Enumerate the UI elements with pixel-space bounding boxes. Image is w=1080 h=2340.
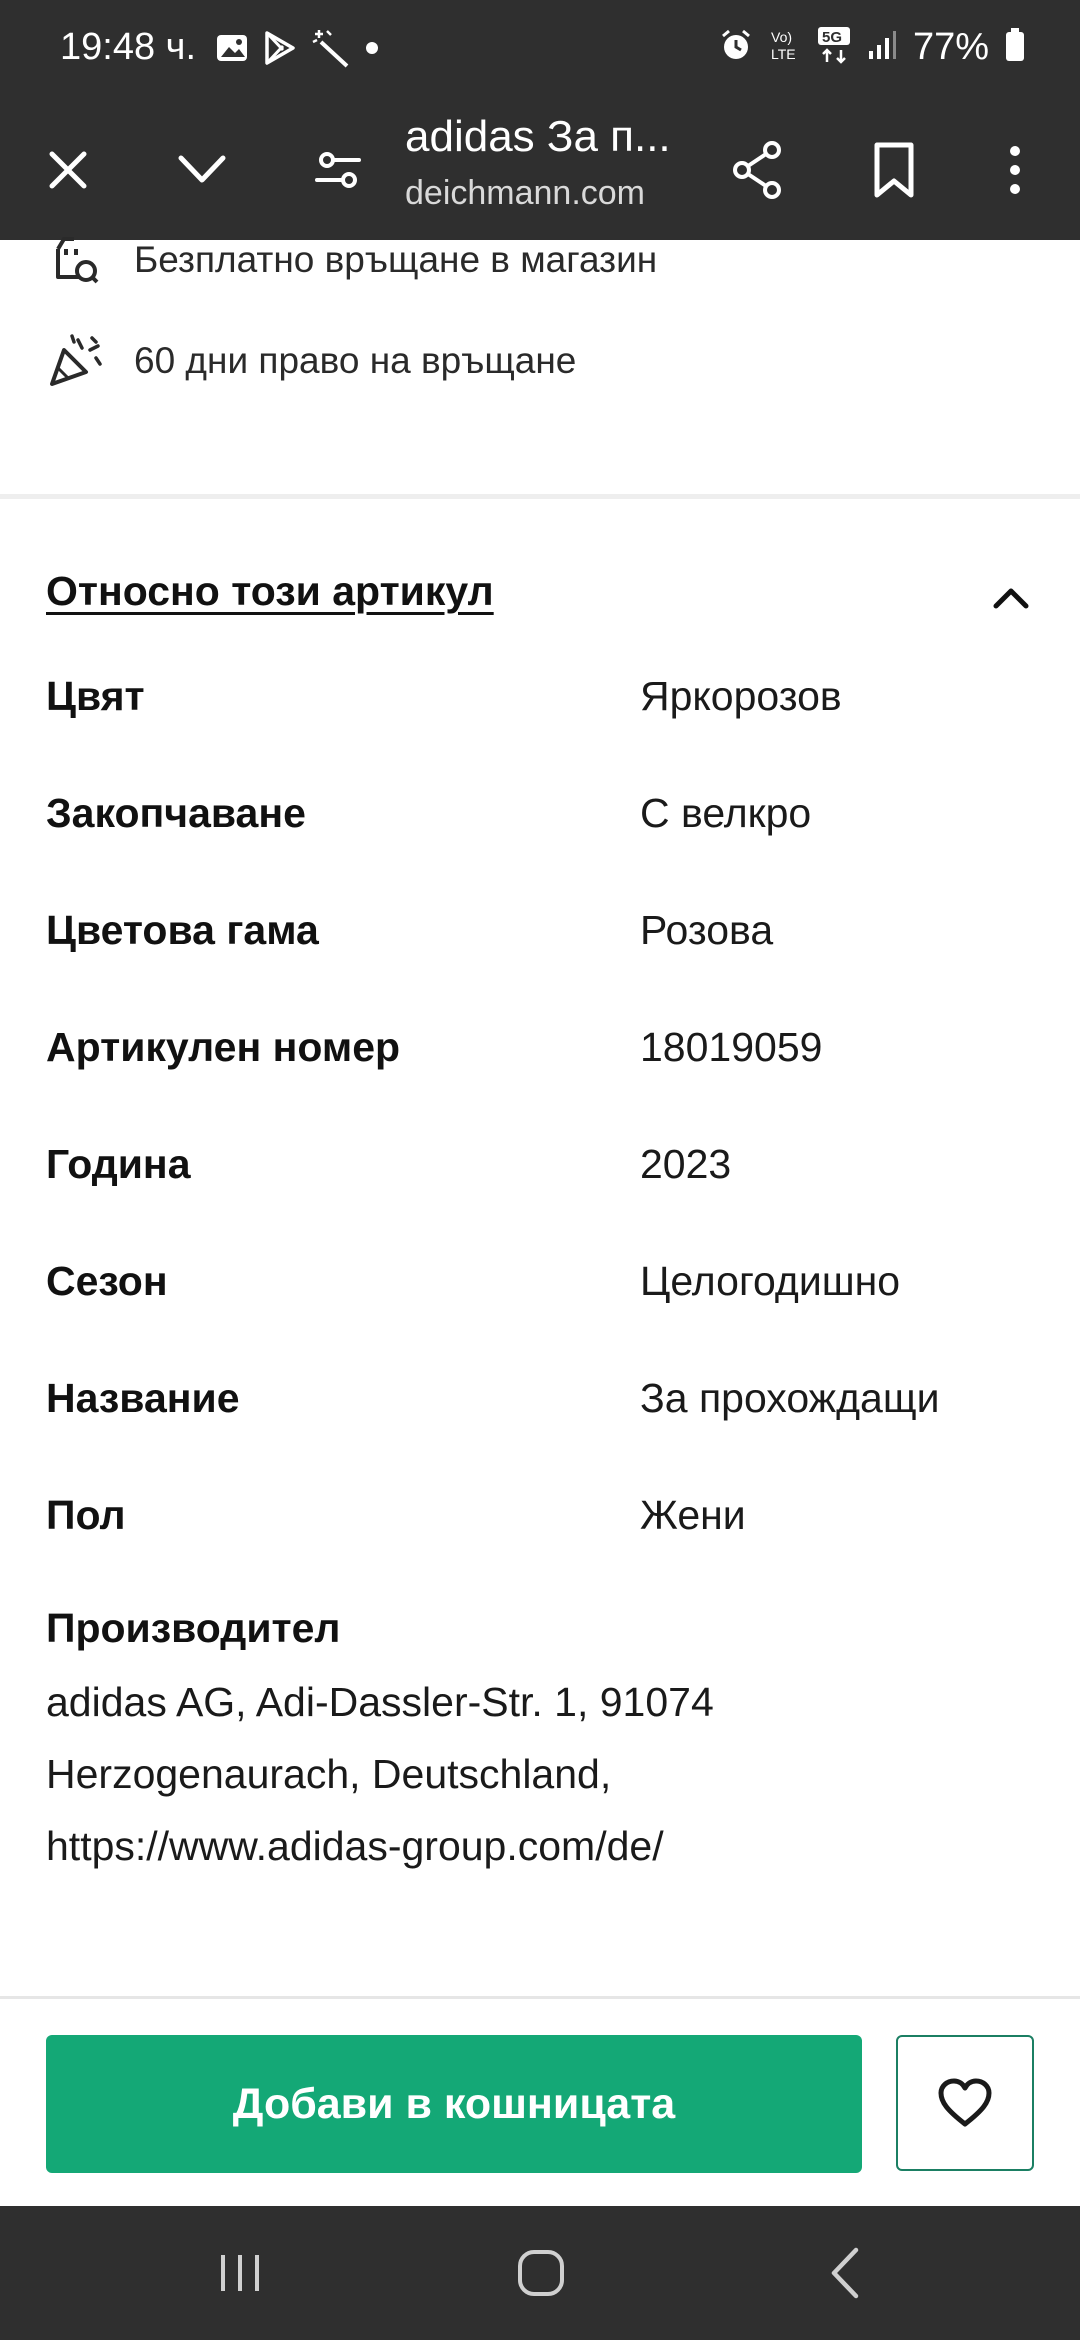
spec-value: Целогодишно (640, 1258, 901, 1304)
heart-icon (938, 2078, 992, 2127)
5g-icon: 5G (817, 26, 851, 69)
spec-value: 18019059 (640, 1024, 823, 1070)
benefit-60-days: 60 дни право на връщане (46, 331, 576, 391)
chevron-up-icon (993, 588, 1029, 609)
home-icon (518, 2250, 564, 2296)
add-to-cart-button[interactable]: Добави в кошницата (46, 2035, 862, 2173)
spec-row-year: Година 2023 (46, 1141, 1046, 1201)
spec-row-gender: Пол Жени (46, 1492, 1046, 1552)
section-divider (0, 494, 1080, 499)
signal-icon (867, 29, 897, 66)
spec-key: Закопчаване (46, 790, 306, 836)
more-vert-icon (1010, 146, 1020, 194)
status-time: 19:48 ч. (60, 26, 197, 68)
spec-value: Розова (640, 907, 774, 953)
store-return-icon (46, 231, 104, 289)
spec-key: Цвят (46, 673, 145, 719)
dot-icon (365, 41, 379, 60)
play-store-icon (263, 30, 297, 71)
bookmark-button[interactable] (854, 130, 934, 210)
volte-icon: Vo) LTE (769, 27, 801, 68)
svg-text:Vo): Vo) (771, 29, 792, 45)
spec-value: С велкро (640, 790, 812, 836)
manufacturer-address-line: adidas AG, Adi-Dassler-Str. 1, 91074 (46, 1679, 714, 1725)
gallery-icon (215, 31, 249, 70)
benefit-text: 60 дни право на връщане (134, 340, 577, 381)
benefit-text: Безплатно връщане в магазин (134, 239, 658, 280)
share-button[interactable] (718, 130, 798, 210)
spec-value: Яркорозов (640, 673, 842, 719)
svg-text:5G: 5G (822, 29, 842, 46)
svg-text:LTE: LTE (771, 46, 796, 62)
recent-apps-icon (221, 2255, 259, 2291)
more-options-button[interactable] (975, 130, 1055, 210)
page-title-area[interactable]: adidas За п... deichmann.com (0, 100, 700, 240)
spec-row-color-range: Цветова гама Розова (46, 907, 1046, 967)
spec-key: Название (46, 1375, 240, 1421)
battery-icon (1005, 28, 1025, 67)
wishlist-button[interactable] (896, 2035, 1034, 2171)
spec-row-season: Сезон Целогодишно (46, 1258, 1046, 1318)
sticky-action-bar: Добави в кошницата (0, 1996, 1080, 2206)
browser-toolbar: adidas За п... deichmann.com (0, 100, 1080, 240)
benefit-free-return: Безплатно връщане в магазин (46, 230, 657, 290)
back-button[interactable] (800, 2236, 890, 2310)
magic-wand-icon (311, 28, 351, 73)
alarm-icon (719, 28, 753, 67)
status-bar: 19:48 ч. Vo) LTE 5G 77% (0, 0, 1080, 100)
spec-value: 2023 (640, 1141, 732, 1187)
manufacturer-url: https://www.adidas-group.com/de/ (46, 1823, 664, 1869)
collapse-section-button[interactable] (976, 568, 1046, 628)
spec-key: Пол (46, 1492, 126, 1538)
spec-row-fastening: Закопчаване С велкро (46, 790, 1046, 850)
back-icon (831, 2247, 859, 2299)
page-title: adidas За п... (405, 112, 671, 161)
manufacturer-address-line: Herzogenaurach, Deutschland, (46, 1751, 612, 1797)
spec-value: Жени (640, 1492, 746, 1538)
about-section-title[interactable]: Относно този артикул (46, 568, 494, 615)
spec-row-name: Название За прохождащи (46, 1375, 1046, 1435)
recent-apps-button[interactable] (195, 2236, 285, 2310)
page-url: deichmann.com (405, 174, 646, 212)
confetti-icon (46, 332, 104, 390)
spec-row-color: Цвят Яркорозов (46, 673, 1046, 733)
spec-value: За прохождащи (640, 1375, 940, 1421)
status-icons-left (215, 28, 379, 73)
spec-key: Артикулен номер (46, 1024, 401, 1070)
home-button[interactable] (496, 2236, 586, 2310)
spec-row-article-number: Артикулен номер 18019059 (46, 1024, 1046, 1084)
manufacturer-label: Производител (46, 1605, 341, 1651)
battery-percent: 77% (912, 26, 989, 68)
system-nav-bar (0, 2206, 1080, 2340)
bookmark-icon (874, 142, 914, 198)
spec-key: Година (46, 1141, 191, 1187)
status-icons-right: Vo) LTE 5G 77% (719, 26, 1025, 69)
spec-key: Цветова гама (46, 907, 319, 953)
share-icon (733, 141, 781, 199)
top-chrome: 19:48 ч. Vo) LTE 5G 77% adidas За п... d… (0, 0, 1080, 240)
spec-key: Сезон (46, 1258, 168, 1304)
